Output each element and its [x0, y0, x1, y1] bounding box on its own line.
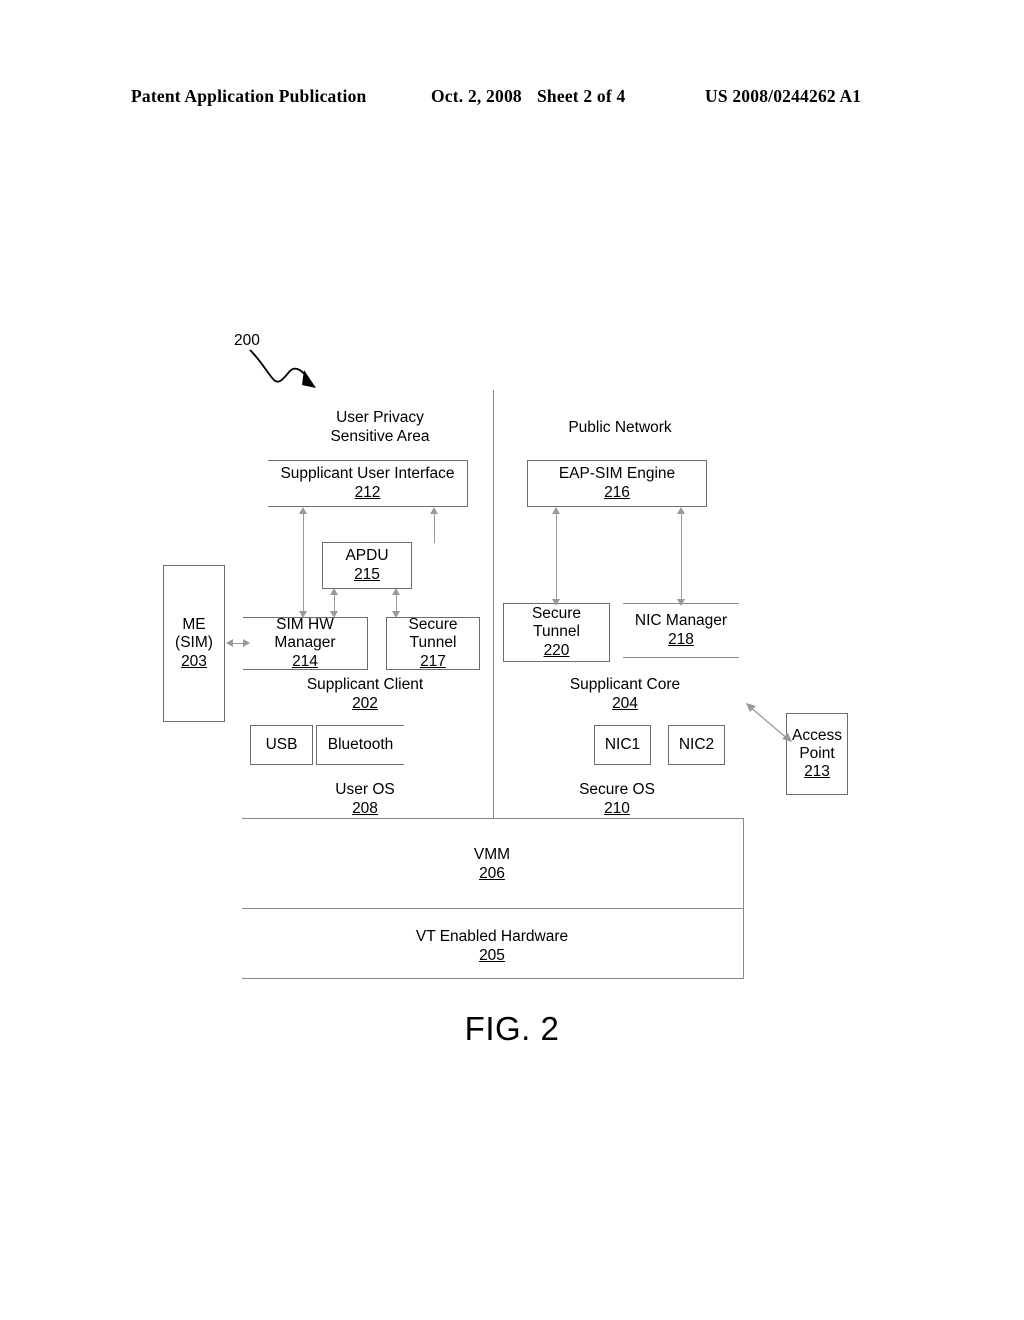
block-label: NIC Manager	[634, 612, 728, 630]
connector-eap-sim-to-nic-manager	[681, 509, 683, 604]
arrowhead-down	[298, 611, 307, 618]
block-bluetooth[interactable]: Bluetooth	[316, 725, 404, 765]
block-label: NIC1	[604, 735, 641, 753]
block-reference-numeral: 212	[354, 483, 381, 501]
block-sim-hw-manager[interactable]: SIM HW Manager 214	[243, 616, 368, 670]
block-label-line1: SIM HW	[276, 616, 334, 634]
arrowhead-down	[391, 611, 400, 618]
arrowhead-down	[551, 599, 560, 606]
block-nic2[interactable]: NIC2	[668, 725, 725, 765]
connector-sui-to-sim-hw-manager	[303, 509, 305, 616]
block-label-line1: Secure	[531, 605, 582, 623]
block-reference-numeral: 215	[354, 565, 380, 583]
block-reference-numeral: 213	[804, 763, 830, 781]
arrowhead-up	[676, 507, 685, 514]
block-me-sim[interactable]: ME (SIM) 203	[163, 565, 225, 722]
block-nic1[interactable]: NIC1	[594, 725, 651, 765]
label-reference-numeral: 208	[352, 800, 378, 818]
label-user-os: User OS 208	[290, 780, 440, 819]
zone-label-user-privacy-sensitive-area: User Privacy Sensitive Area	[290, 408, 470, 447]
block-label: Bluetooth	[327, 735, 394, 753]
label-supplicant-core: Supplicant Core 204	[540, 675, 710, 714]
label-text: Supplicant Client	[306, 676, 424, 693]
block-label-line2: Tunnel	[533, 623, 580, 641]
block-usb[interactable]: USB	[250, 725, 313, 765]
arrowhead-left	[226, 638, 233, 647]
arrowhead-up	[551, 507, 560, 514]
os-layer-bottom-rule	[242, 818, 744, 820]
zone-label-public-network: Public Network	[568, 419, 672, 436]
arrowhead-up	[391, 588, 400, 595]
figure-2-diagram: 200 User Privacy Sensitive Area Public N…	[0, 0, 1024, 1320]
block-label-line2: (SIM)	[175, 634, 213, 652]
label-text: User OS	[335, 781, 395, 798]
block-reference-numeral: 216	[604, 483, 630, 501]
block-label-line2: Tunnel	[409, 634, 457, 652]
block-reference-numeral: 218	[668, 630, 694, 648]
block-reference-numeral: 220	[543, 641, 570, 659]
block-access-point[interactable]: Access Point 213	[786, 713, 848, 795]
arrowhead-down	[676, 599, 685, 606]
layer-label: VT Enabled Hardware	[415, 928, 569, 945]
block-nic-manager[interactable]: NIC Manager 218	[623, 603, 739, 658]
connector-sui-right-stub	[434, 509, 436, 543]
arrowhead-up	[298, 507, 307, 514]
block-label: NIC2	[678, 735, 715, 753]
connector-secure-os-to-access-point	[746, 703, 792, 742]
layer-label: VMM	[473, 846, 511, 863]
layer-reference-numeral: 205	[479, 947, 505, 965]
block-reference-numeral: 203	[181, 652, 207, 670]
block-label-line2: Manager	[274, 634, 336, 652]
zone-label-line1: User Privacy	[336, 409, 424, 426]
arrowhead-down	[329, 611, 338, 618]
block-label-line1: ME	[182, 616, 206, 634]
arrowhead-up	[329, 588, 338, 595]
arrowhead-right	[243, 638, 250, 647]
block-label-line2: Point	[799, 744, 835, 762]
arrowhead-up	[429, 507, 438, 514]
block-label: APDU	[345, 547, 389, 565]
label-secure-os: Secure OS 210	[542, 780, 692, 819]
zone-divider-vertical	[493, 390, 495, 818]
block-label-line1: Secure	[408, 616, 458, 634]
layer-reference-numeral: 206	[479, 865, 505, 883]
zone-label-line2: Sensitive Area	[330, 428, 430, 446]
block-label-line1: Access	[792, 726, 842, 744]
stack-right-edge	[743, 818, 745, 979]
block-reference-numeral: 217	[420, 652, 446, 670]
figure-caption: FIG. 2	[464, 1010, 560, 1047]
lead-line-squiggle-arrow	[249, 349, 316, 388]
block-label: EAP-SIM Engine	[558, 465, 676, 483]
block-secure-tunnel-217[interactable]: Secure Tunnel 217	[386, 616, 480, 670]
layer-vmm: VMM 206	[417, 845, 567, 884]
block-eap-sim-engine[interactable]: EAP-SIM Engine 216	[527, 460, 707, 507]
label-reference-numeral: 210	[604, 800, 630, 818]
layer-vt-enabled-hardware: VT Enabled Hardware 205	[372, 927, 612, 966]
connector-eap-sim-to-secure-tunnel-220	[556, 509, 558, 604]
block-reference-numeral: 214	[292, 652, 318, 670]
label-supplicant-client: Supplicant Client 202	[275, 675, 455, 714]
vt-hardware-bottom-rule	[242, 978, 744, 980]
block-secure-tunnel-220[interactable]: Secure Tunnel 220	[503, 603, 610, 662]
block-supplicant-user-interface[interactable]: Supplicant User Interface 212	[268, 460, 468, 507]
label-reference-numeral: 202	[352, 695, 378, 713]
block-apdu[interactable]: APDU 215	[322, 542, 412, 589]
label-text: Secure OS	[579, 781, 655, 798]
vmm-bottom-rule	[242, 908, 744, 910]
block-label: USB	[265, 735, 298, 753]
label-text: Supplicant Core	[569, 676, 681, 693]
block-label: Supplicant User Interface	[280, 465, 455, 483]
label-reference-numeral: 204	[612, 695, 638, 713]
